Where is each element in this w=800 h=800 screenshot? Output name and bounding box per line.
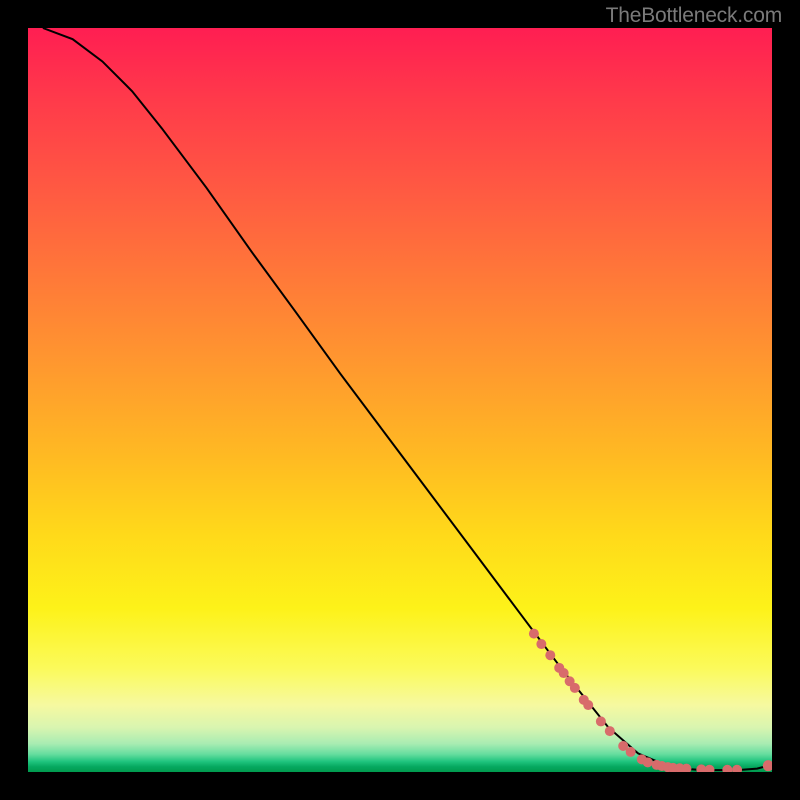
chart-container: TheBottleneck.com — [0, 0, 800, 800]
dots-group — [529, 629, 772, 772]
data-dot — [596, 716, 606, 726]
data-dot — [732, 765, 742, 772]
data-dot — [529, 629, 539, 639]
data-dot — [605, 726, 615, 736]
data-dot — [559, 668, 569, 678]
data-dot — [705, 765, 715, 772]
data-dot — [763, 760, 772, 771]
data-dot — [536, 639, 546, 649]
data-dot — [570, 683, 580, 693]
chart-overlay — [28, 28, 772, 772]
plot-area — [28, 28, 772, 772]
data-dot — [545, 650, 555, 660]
data-dot — [643, 757, 653, 767]
data-dot — [626, 747, 636, 757]
attribution-label: TheBottleneck.com — [606, 4, 782, 28]
data-dot — [722, 765, 732, 772]
bottleneck-curve — [43, 28, 768, 770]
data-dot — [583, 700, 593, 710]
